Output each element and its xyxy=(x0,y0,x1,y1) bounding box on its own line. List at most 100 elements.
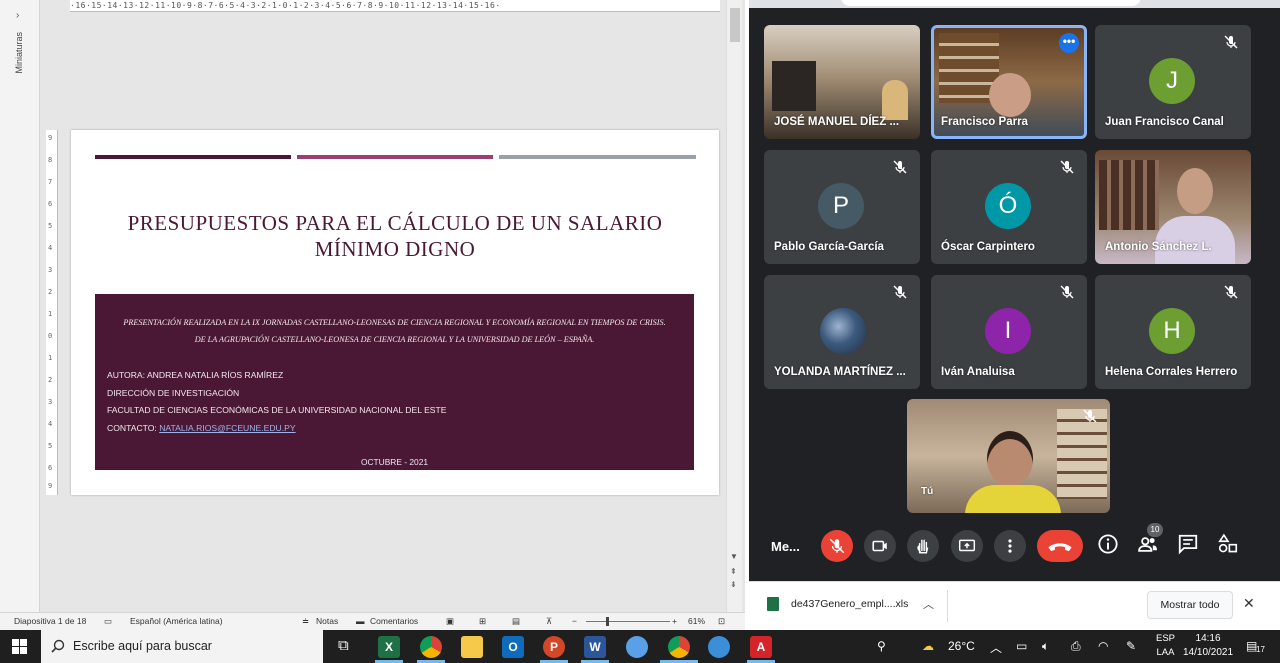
self-view-tile[interactable]: Tú xyxy=(907,399,1110,513)
close-download-bar-icon[interactable]: ✕ xyxy=(1243,595,1255,612)
participant-name: Tú xyxy=(921,486,934,497)
slide-title[interactable]: PRESUPUESTOS PARA EL CÁLCULO DE UN SALAR… xyxy=(101,210,689,262)
participant-name: YOLANDA MARTÍNEZ ... xyxy=(774,366,906,378)
normal-view-icon[interactable]: ▣ xyxy=(446,616,454,627)
chrome-app-icon[interactable] xyxy=(420,636,442,658)
video-scene xyxy=(987,431,1033,487)
participant-tile[interactable]: Ó Óscar Carpintero xyxy=(931,150,1087,264)
previous-slide-icon[interactable]: ⇞ xyxy=(730,567,737,576)
next-slide-icon[interactable]: ⇟ xyxy=(730,580,737,589)
slideshow-icon[interactable]: ⊼ xyxy=(546,616,552,627)
participant-tile[interactable]: ••• Francisco Parra xyxy=(931,25,1087,139)
zoom-slider[interactable] xyxy=(586,621,670,622)
mail-app-icon[interactable] xyxy=(626,636,648,658)
video-scene xyxy=(1155,216,1235,264)
clock-date: 14/10/2021 xyxy=(1183,647,1234,658)
outlook-app-icon[interactable]: O xyxy=(502,636,524,658)
address-bar[interactable] xyxy=(841,0,1141,6)
zoom-level[interactable]: 61% xyxy=(688,616,705,626)
participants-button[interactable]: 10 xyxy=(1137,523,1163,559)
participant-tile[interactable]: J Juan Francisco Canal xyxy=(1095,25,1251,139)
participant-avatar: Ó xyxy=(985,183,1031,229)
activities-button[interactable] xyxy=(1217,533,1243,559)
more-options-button[interactable] xyxy=(994,530,1026,562)
input-language[interactable]: ESP LAA xyxy=(1156,632,1175,660)
thumbnails-pane[interactable]: › Miniaturas xyxy=(0,0,40,612)
camera-toggle-button[interactable] xyxy=(864,530,896,562)
mic-off-icon xyxy=(829,538,845,554)
task-view-icon[interactable]: ⧉ xyxy=(338,637,349,654)
show-all-downloads-button[interactable]: Mostrar todo xyxy=(1147,591,1233,619)
decorative-bar xyxy=(499,155,696,159)
chat-button[interactable] xyxy=(1177,533,1203,559)
comments-icon[interactable]: ▬ xyxy=(356,616,365,626)
acrobat-app-icon[interactable]: A xyxy=(750,636,772,658)
volume-icon[interactable]: 🔈︎ xyxy=(1042,639,1049,654)
raise-hand-button[interactable] xyxy=(907,530,939,562)
call-controls: Me... 10 xyxy=(749,523,1280,567)
device-icon[interactable]: ⎙ xyxy=(1071,639,1081,654)
meeting-details-button[interactable] xyxy=(1097,533,1123,559)
reading-view-icon[interactable]: ▤ xyxy=(512,616,520,627)
zoom-in-icon[interactable]: + xyxy=(672,616,677,626)
show-hidden-icons-chevron-icon[interactable]: ︿ xyxy=(990,639,1002,656)
comments-button[interactable]: Comentarios xyxy=(370,616,418,626)
participant-name: Helena Corrales Herrero xyxy=(1105,366,1238,378)
mic-off-icon xyxy=(1060,160,1074,174)
participant-tile[interactable]: YOLANDA MARTÍNEZ ... xyxy=(764,275,920,389)
participant-name: Óscar Carpintero xyxy=(941,241,1035,253)
chrome-app-icon[interactable] xyxy=(668,636,690,658)
participant-tile[interactable]: H Helena Corrales Herrero xyxy=(1095,275,1251,389)
scroll-down-arrow-icon[interactable]: ▼ xyxy=(730,552,738,561)
expand-chevron-icon[interactable]: › xyxy=(16,10,19,21)
excel-app-icon[interactable]: X xyxy=(378,636,400,658)
powerpoint-window: › Miniaturas ·16·15·14·13·12·11·10·9·8·7… xyxy=(0,0,745,630)
zoom-slider-knob[interactable] xyxy=(606,617,609,626)
divider xyxy=(947,590,948,622)
vertical-scrollbar[interactable]: ▼ ⇞ ⇟ xyxy=(726,0,742,612)
meeting-name[interactable]: Me... xyxy=(771,539,800,554)
windows-start-icon[interactable] xyxy=(12,639,27,654)
leave-call-button[interactable] xyxy=(1037,530,1083,562)
mic-off-icon xyxy=(1083,409,1097,423)
zoom-out-icon[interactable]: − xyxy=(572,616,577,626)
word-app-icon[interactable]: W xyxy=(584,636,606,658)
language-indicator[interactable]: Español (América latina) xyxy=(130,616,223,626)
system-clock[interactable]: 14:16 14/10/2021 xyxy=(1183,632,1233,660)
fit-slide-icon[interactable]: ⊡ xyxy=(718,616,725,627)
faculty-line: FACULTAD DE CIENCIAS ECONÓMICAS DE LA UN… xyxy=(107,405,447,416)
notes-button[interactable]: Notas xyxy=(316,616,338,626)
download-menu-chevron-icon[interactable]: ︿ xyxy=(923,596,934,612)
browser-app-icon[interactable] xyxy=(708,636,730,658)
weather-icon[interactable]: ☁ xyxy=(922,639,934,653)
spellcheck-icon[interactable]: ▭ xyxy=(104,616,112,627)
weather-temperature[interactable]: 26°C xyxy=(948,639,975,653)
file-explorer-icon[interactable] xyxy=(461,636,483,658)
wifi-icon[interactable]: ◠ xyxy=(1098,639,1108,653)
contact-line: CONTACTO: NATALIA.RIOS@FCEUNE.EDU.PY xyxy=(107,420,447,438)
slide-content-box[interactable]: PRESENTACIÓN REALIZADA EN LA IX JORNADAS… xyxy=(95,294,694,470)
slide-canvas[interactable]: PRESUPUESTOS PARA EL CÁLCULO DE UN SALAR… xyxy=(71,130,719,495)
more-vert-icon xyxy=(1008,539,1012,553)
more-options-icon[interactable]: ••• xyxy=(1059,33,1079,53)
scrollbar-thumb[interactable] xyxy=(730,8,740,42)
slide-sorter-icon[interactable]: ⊞ xyxy=(479,616,486,627)
hand-icon xyxy=(917,539,929,554)
participant-tile[interactable]: Antonio Sánchez L. xyxy=(1095,150,1251,264)
people-tray-icon[interactable]: ⚲ xyxy=(877,639,886,653)
notes-icon[interactable]: ≐ xyxy=(302,616,309,627)
battery-icon[interactable]: ▭ xyxy=(1016,639,1027,653)
contact-email-link[interactable]: NATALIA.RIOS@FCEUNE.EDU.PY xyxy=(159,423,295,433)
participant-tile[interactable]: P Pablo García-García xyxy=(764,150,920,264)
powerpoint-app-icon[interactable]: P xyxy=(543,636,565,658)
participant-tile[interactable]: JOSÉ MANUEL DÍEZ ... xyxy=(764,25,920,139)
taskbar-search[interactable]: Escribe aquí para buscar xyxy=(41,630,323,663)
microphone-toggle-button[interactable] xyxy=(821,530,853,562)
present-screen-button[interactable] xyxy=(951,530,983,562)
participant-tile[interactable]: I Iván Analuisa xyxy=(931,275,1087,389)
participants-count-badge: 10 xyxy=(1147,523,1163,537)
language-code: ESP xyxy=(1156,633,1176,644)
video-scene xyxy=(1099,160,1159,230)
download-filename[interactable]: de437Genero_empl....xls xyxy=(791,598,908,610)
pen-icon[interactable]: ✎ xyxy=(1126,639,1136,653)
